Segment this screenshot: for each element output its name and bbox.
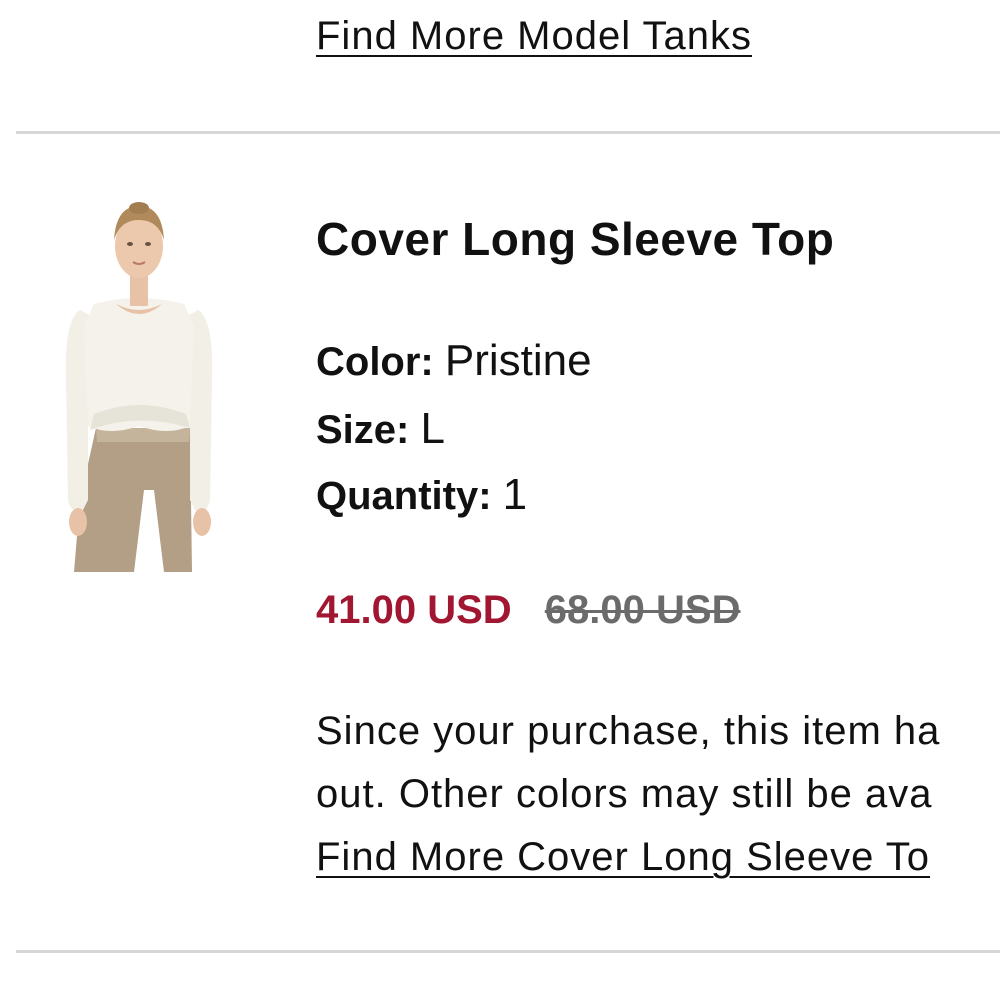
quantity-attribute: Quantity: 1 [316,470,527,521]
product-image[interactable] [58,200,220,572]
original-price: 68.00 USD [544,588,741,632]
price-row: 41.00 USD 68.00 USD [316,584,740,636]
find-more-model-tanks-link[interactable]: Find More Model Tanks [316,10,752,62]
size-label: Size: [316,408,410,452]
sold-out-notice: Since your purchase, this item ha out. O… [316,700,1000,889]
size-attribute: Size: L [316,404,445,455]
quantity-label: Quantity: [316,474,492,518]
product-photo-model-white-long-sleeve-top-icon [65,202,213,572]
color-label: Color: [316,340,434,384]
color-attribute: Color: Pristine [316,336,592,387]
find-more-cover-long-sleeve-link[interactable]: Find More Cover Long Sleeve To [316,826,1000,889]
order-items-page: Find More Model Tanks Cover Long Sleeve … [0,0,1000,1000]
size-value: L [420,404,445,453]
item-divider [16,950,1000,953]
item-divider [16,131,1000,134]
color-value: Pristine [444,336,592,385]
quantity-value: 1 [502,470,528,519]
product-title[interactable]: Cover Long Sleeve Top [316,210,834,268]
notice-line-1: Since your purchase, this item ha [316,709,941,753]
sale-price: 41.00 USD [316,588,512,632]
notice-line-2: out. Other colors may still be ava [316,772,933,816]
